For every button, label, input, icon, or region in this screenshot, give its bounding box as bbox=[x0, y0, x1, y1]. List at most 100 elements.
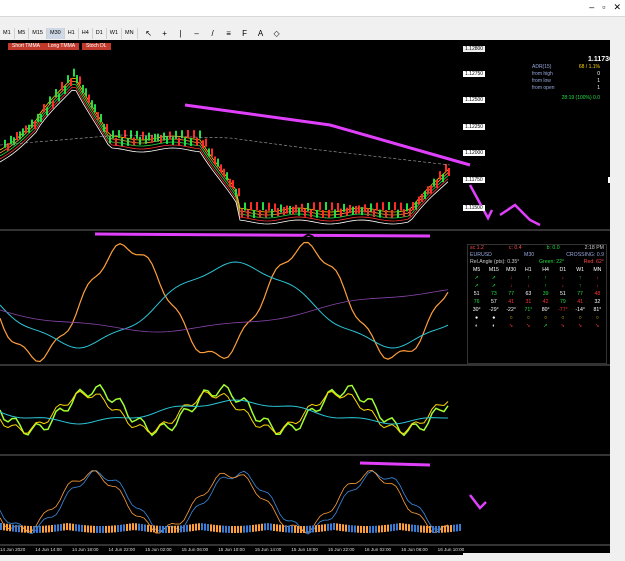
volume-bar bbox=[42, 525, 44, 533]
trend-arrow-icon: ↓ bbox=[596, 283, 599, 289]
volume-bar bbox=[108, 525, 110, 533]
vertical-line-icon[interactable]: | bbox=[176, 29, 186, 38]
dash-header-row: M5 M15 M30 H1 H4 D1 W1 MN bbox=[468, 266, 606, 274]
timeframe-h1[interactable]: H1 bbox=[65, 28, 79, 39]
volume-bar bbox=[354, 525, 356, 533]
dash-value: -22° bbox=[506, 307, 516, 313]
dash-sc: sc 1.2 bbox=[470, 245, 484, 251]
volume-bar bbox=[99, 525, 101, 533]
fibonacci-icon[interactable]: F bbox=[240, 29, 250, 38]
shapes-icon[interactable]: ◇ bbox=[272, 29, 282, 38]
volume-bar bbox=[423, 525, 425, 533]
close-icon[interactable]: ✕ bbox=[613, 2, 621, 13]
trend-arrow-icon: ➘ bbox=[560, 323, 566, 329]
price-level-label: 1.11750 bbox=[463, 177, 485, 183]
volume-bar bbox=[15, 524, 17, 532]
candle bbox=[397, 209, 399, 218]
candle bbox=[154, 133, 156, 142]
volume-bar bbox=[114, 525, 116, 533]
dash-arrow-row: ➚ ➚ ↓ ↑ ↑ ↓ ↑ ↓ bbox=[468, 274, 606, 282]
timeframe-d1[interactable]: D1 bbox=[93, 28, 107, 39]
volume-bar bbox=[408, 524, 410, 532]
timeframe-m15[interactable]: M15 bbox=[29, 28, 47, 39]
candle bbox=[409, 208, 411, 217]
candle bbox=[340, 208, 342, 217]
dash-value: 31 bbox=[525, 299, 532, 305]
candle bbox=[331, 202, 333, 211]
timeframe-m30[interactable]: M30 bbox=[46, 28, 65, 39]
candle bbox=[418, 196, 420, 205]
time-axis-label: 15 Jun 18:00 bbox=[291, 547, 318, 552]
stoch-dl-button[interactable]: Stoch DL bbox=[82, 43, 111, 50]
volume-bar bbox=[252, 524, 254, 532]
volume-bar bbox=[75, 524, 77, 532]
candle bbox=[385, 209, 387, 218]
dash-green: Green: 22° bbox=[538, 259, 565, 265]
timeframe-m5[interactable]: M5 bbox=[15, 28, 30, 39]
trend-arrow-icon: ○ bbox=[544, 315, 548, 321]
volume-bar bbox=[279, 524, 281, 532]
right-scrollbar[interactable] bbox=[610, 40, 625, 553]
candle bbox=[169, 131, 171, 140]
volume-bar bbox=[411, 524, 413, 532]
maximize-icon[interactable]: ▫ bbox=[602, 2, 605, 13]
dash-value: 30° bbox=[472, 307, 481, 313]
volume-bar bbox=[375, 525, 377, 533]
annotation-line bbox=[94, 232, 431, 238]
long-tmma-button[interactable]: Long TMMA bbox=[44, 43, 80, 50]
volume-bar bbox=[45, 525, 47, 533]
minimize-icon[interactable]: – bbox=[589, 2, 594, 13]
dash-arrow-row: ➚ ➚ ↓ ↓ ↑ ↓ ↑ ↓ bbox=[468, 282, 606, 290]
oscillator-line bbox=[0, 233, 449, 364]
candle bbox=[400, 202, 402, 211]
candle bbox=[73, 68, 75, 77]
trend-arrow-icon: ○ bbox=[561, 315, 565, 321]
timeframe-m1[interactable]: M1 bbox=[0, 28, 15, 39]
timeframe-mn[interactable]: MN bbox=[122, 28, 138, 39]
volume-bar bbox=[30, 525, 32, 533]
candle bbox=[127, 137, 129, 146]
volume-bar bbox=[360, 525, 362, 533]
text-icon[interactable]: A bbox=[256, 29, 266, 38]
dash-value: 73 bbox=[490, 291, 497, 297]
cursor-icon[interactable]: ↖ bbox=[144, 29, 154, 38]
dash-tf-header: H1 bbox=[525, 267, 532, 273]
timeframe-w1[interactable]: W1 bbox=[107, 28, 123, 39]
candle bbox=[130, 130, 132, 139]
trendline-icon[interactable]: / bbox=[208, 29, 218, 38]
dash-value: 63 bbox=[525, 291, 532, 297]
trend-arrow-icon: ➚ bbox=[474, 283, 479, 289]
time-axis-label: 15 Jun 02:00 bbox=[145, 547, 172, 552]
volume-bar bbox=[18, 525, 20, 533]
volume-bar bbox=[156, 525, 158, 533]
short-tmma-button[interactable]: Short TMMA bbox=[8, 43, 44, 50]
dash-value: 51 bbox=[559, 291, 566, 297]
candle bbox=[358, 205, 360, 214]
horizontal-line-icon[interactable]: – bbox=[192, 29, 202, 38]
timeframe-h4[interactable]: H4 bbox=[79, 28, 93, 39]
time-axis-label: 15 Jun 22:00 bbox=[327, 547, 355, 552]
volume-bar bbox=[66, 523, 68, 531]
volume-bar bbox=[405, 523, 407, 531]
candle bbox=[247, 209, 249, 218]
volume-bar bbox=[306, 525, 308, 533]
trend-arrow-icon: ↓ bbox=[509, 275, 513, 281]
trend-arrow-icon: ➚ bbox=[474, 275, 479, 281]
volume-bar bbox=[342, 524, 344, 532]
crosshair-icon[interactable]: + bbox=[160, 29, 170, 38]
volume-bar bbox=[39, 525, 41, 533]
channel-icon[interactable]: ≡ bbox=[224, 29, 234, 38]
dash-crossing-label: CROSSING: bbox=[566, 252, 596, 258]
volume-bar bbox=[117, 525, 119, 533]
oscillator-line bbox=[0, 390, 449, 435]
volume-bar bbox=[312, 525, 314, 533]
candle bbox=[175, 130, 177, 139]
dash-value: 80° bbox=[541, 307, 550, 313]
volume-bar bbox=[387, 524, 389, 532]
volume-bar bbox=[231, 525, 233, 533]
volume-bar bbox=[261, 523, 263, 531]
volume-bar bbox=[450, 525, 452, 533]
dash-tf-header: W1 bbox=[576, 267, 585, 273]
volume-bar bbox=[141, 524, 143, 532]
candle bbox=[235, 188, 237, 197]
